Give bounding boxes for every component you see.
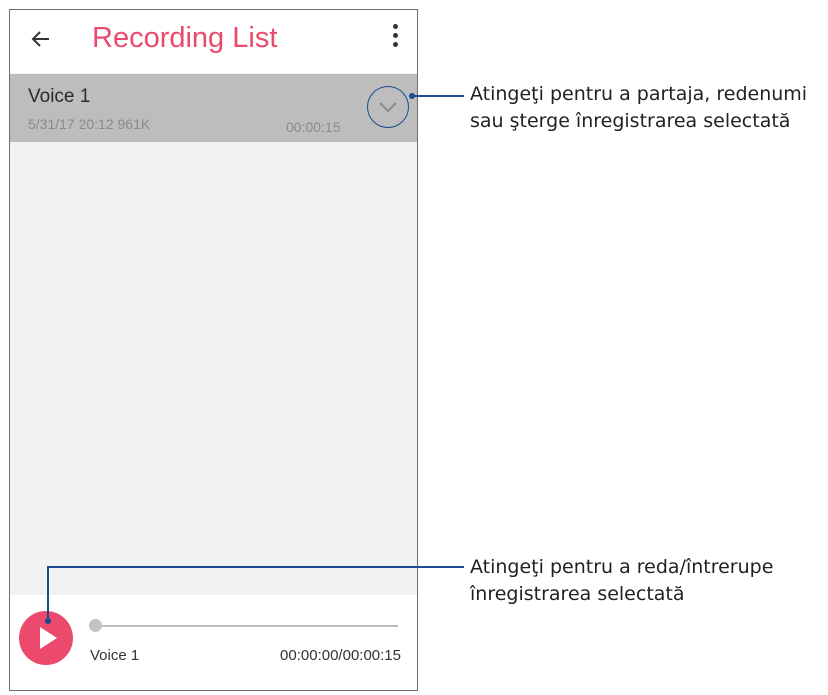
chevron-down-icon[interactable] [367,86,409,128]
more-vert-icon[interactable] [389,24,401,54]
screenshot-canvas: Recording List Voice 1 5/31/17 20:12 961… [0,0,828,695]
phone-screen: Recording List Voice 1 5/31/17 20:12 961… [9,9,418,691]
list-item-recording[interactable]: Voice 1 5/31/17 20:12 961K 00:00:15 [10,74,417,142]
callout-play-line2: înregistrarea selectată [470,583,685,605]
recording-meta: 5/31/17 20:12 961K [28,116,151,132]
callout-line [412,95,464,97]
arrow-left-icon[interactable] [28,26,54,52]
callout-line [47,566,49,620]
page-title: Recording List [92,22,278,54]
seek-bar-track[interactable] [96,625,398,627]
recording-name: Voice 1 [28,86,91,107]
callout-play-line1: Atingeţi pentru a reda/întrerupe [470,556,774,578]
app-bar: Recording List [10,10,417,73]
player-bar: Voice 1 00:00:00/00:00:15 [10,595,417,690]
seek-bar-thumb[interactable] [89,619,102,632]
player-time: 00:00:00/00:00:15 [280,647,401,664]
callout-expand-line2: sau şterge înregistrarea selectată [470,110,791,132]
callout-line [47,566,464,568]
recording-duration: 00:00:15 [286,119,341,135]
player-recording-name: Voice 1 [90,647,140,664]
callout-expand-line1: Atingeţi pentru a partaja, redenumi [470,83,808,105]
